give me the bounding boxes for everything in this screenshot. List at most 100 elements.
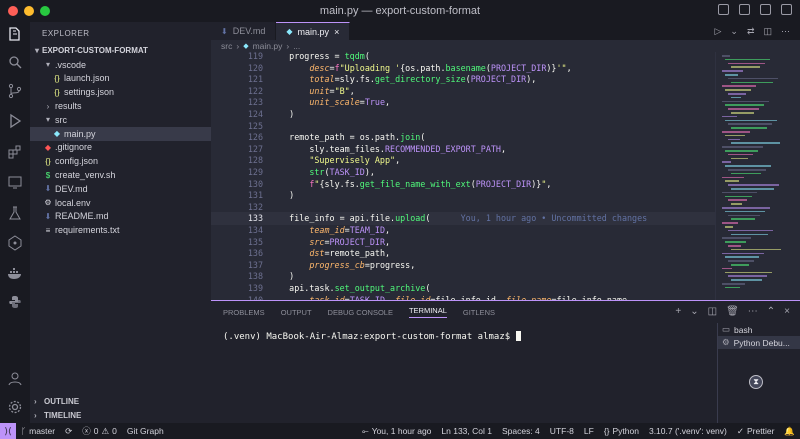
minimap-line [731, 66, 760, 68]
tree-item-src[interactable]: ▾ src [30, 113, 211, 127]
explorer-icon[interactable] [7, 26, 23, 42]
tab-gitlens[interactable]: GITLENS [463, 308, 495, 317]
code-editor[interactable]: 119 progress = tqdm(120 desc=f"Uploading… [211, 52, 715, 300]
tree-item-gitignore[interactable]: ◆ .gitignore [30, 141, 211, 155]
remote-explorer-icon[interactable] [7, 174, 23, 190]
toggle-panel-icon[interactable] [739, 4, 750, 15]
accounts-icon[interactable] [7, 370, 23, 386]
indentation-status[interactable]: Spaces: 4 [497, 426, 545, 436]
tree-item-requirements-txt[interactable]: ≡ requirements.txt [30, 223, 211, 237]
minimap-line [731, 203, 742, 205]
tree-item-launch-json[interactable]: {} launch.json [30, 72, 211, 86]
minimap-line [731, 188, 774, 190]
language-status[interactable]: {} Python [599, 426, 644, 436]
minimap-line [722, 146, 763, 148]
tree-item-settings-json[interactable]: {} settings.json [30, 85, 211, 99]
git-graph-status[interactable]: Git Graph [122, 426, 169, 436]
split-editor-icon[interactable]: ◫ [763, 26, 772, 37]
terminal-item-python-debug[interactable]: ⚙ Python Debu... [718, 336, 800, 349]
minimap-line [731, 172, 761, 175]
gitlens-icon[interactable] [7, 235, 23, 251]
sidebar-header: EXPLORER [42, 28, 90, 38]
minimap-line [725, 271, 772, 274]
toggle-secondary-sidebar-icon[interactable] [760, 4, 771, 15]
more-actions-icon[interactable]: ⋯ [748, 306, 758, 317]
tree-item-create-venv-sh[interactable]: $ create_venv.sh [30, 168, 211, 182]
terminal-item-bash[interactable]: ▭ bash [718, 323, 800, 336]
tab-terminal[interactable]: TERMINAL [408, 306, 447, 318]
toggle-primary-sidebar-icon[interactable] [718, 4, 729, 15]
sync-status[interactable]: ⟳ [60, 426, 77, 437]
cursor-position-status[interactable]: Ln 133, Col 1 [436, 426, 497, 436]
maximize-panel-icon[interactable]: ⌃ [767, 306, 775, 317]
minimap-line [731, 142, 780, 144]
close-tab-icon[interactable]: × [334, 27, 339, 37]
docker-icon[interactable] [7, 265, 23, 281]
breadcrumb-symbol[interactable]: ... [293, 41, 300, 51]
run-dropdown-icon[interactable]: ⌄ [730, 26, 738, 37]
branch-status[interactable]: ᚴ master [16, 426, 60, 436]
kill-terminal-icon[interactable]: 🗑 [726, 306, 739, 317]
notifications-status[interactable]: 🔔 [779, 426, 800, 437]
settings-gear-icon[interactable] [7, 399, 23, 415]
run-python-file-icon[interactable]: ▷ [714, 26, 721, 37]
tree-item-local-env[interactable]: ⚙ local.env [30, 196, 211, 210]
open-changes-icon[interactable]: ⇄ [747, 26, 755, 37]
tree-item-label: launch.json [64, 73, 110, 84]
branch-icon: ᚴ [21, 426, 27, 436]
terminal-dropdown-icon[interactable]: ⌄ [690, 306, 698, 317]
source-control-icon[interactable] [7, 83, 23, 99]
extensions-icon[interactable] [7, 144, 23, 160]
testing-icon[interactable] [7, 205, 23, 221]
minimize-window-button[interactable] [24, 6, 34, 16]
interpreter-status[interactable]: 3.10.7 ('.venv': venv) [644, 426, 732, 436]
tab-main-py[interactable]: ◆ main.py × [276, 22, 351, 40]
tree-item-readme-md[interactable]: ⬇ README.md [30, 210, 211, 224]
window-title: main.py — export-custom-format [319, 5, 481, 17]
customize-layout-icon[interactable] [781, 4, 792, 15]
minimap-line [731, 233, 768, 236]
minimap-line [725, 256, 759, 258]
tree-item-label: local.env [55, 197, 91, 208]
remote-indicator-icon[interactable]: ⟩⟨ [0, 423, 16, 439]
terminal-icon: ▭ [722, 324, 731, 334]
minimap-line [731, 112, 754, 114]
close-panel-icon[interactable]: × [784, 306, 790, 317]
tree-item-config-json[interactable]: {} config.json [30, 154, 211, 168]
outline-section[interactable]: › OUTLINE [30, 394, 211, 408]
tree-item-results[interactable]: › results [30, 99, 211, 113]
tree-item-main-py[interactable]: ◆ main.py [30, 126, 211, 141]
run-debug-icon[interactable] [7, 113, 23, 129]
tree-item-dev-md[interactable]: ⬇ DEV.md [30, 182, 211, 196]
problems-status[interactable]: ⓧ 0 ⚠ 0 [77, 425, 122, 437]
search-icon[interactable] [7, 54, 23, 70]
workspace-root[interactable]: ▾ EXPORT-CUSTOM-FORMAT [30, 44, 211, 58]
close-window-button[interactable] [8, 6, 18, 16]
minimap-line [725, 134, 745, 137]
tree-item-label: requirements.txt [55, 225, 120, 236]
python-icon[interactable] [7, 294, 23, 310]
terminal-output[interactable]: (.venv) MacBook-Air-Almaz:export-custom-… [223, 331, 521, 342]
more-actions-icon[interactable]: ⋯ [781, 26, 790, 37]
split-terminal-icon[interactable]: ◫ [708, 306, 717, 317]
timeline-section[interactable]: › TIMELINE [30, 408, 211, 422]
breadcrumb-src[interactable]: src [221, 41, 232, 51]
eol-status[interactable]: LF [579, 426, 599, 436]
braces-icon: {} [603, 426, 610, 436]
tab-problems[interactable]: PROBLEMS [223, 308, 265, 317]
zoom-window-button[interactable] [40, 6, 50, 16]
minimap[interactable] [715, 52, 800, 300]
new-terminal-icon[interactable]: + [675, 306, 681, 317]
breadcrumb-main-py[interactable]: main.py [253, 41, 283, 51]
tab-output[interactable]: OUTPUT [281, 308, 312, 317]
minimap-line [722, 55, 730, 57]
encoding-status[interactable]: UTF-8 [545, 426, 579, 436]
tree-item-vscode[interactable]: ▾ .vscode [30, 58, 211, 72]
tab-dev-md[interactable]: ⬇ DEV.md [211, 22, 277, 40]
prettier-status[interactable]: ✓ Prettier [732, 426, 780, 437]
minimap-line [725, 150, 758, 152]
tree-item-label: main.py [64, 128, 96, 139]
tab-debug-console[interactable]: DEBUG CONSOLE [328, 308, 393, 317]
chevron-right-icon: › [236, 41, 240, 51]
blame-status[interactable]: ⟜ You, 1 hour ago [357, 426, 437, 437]
